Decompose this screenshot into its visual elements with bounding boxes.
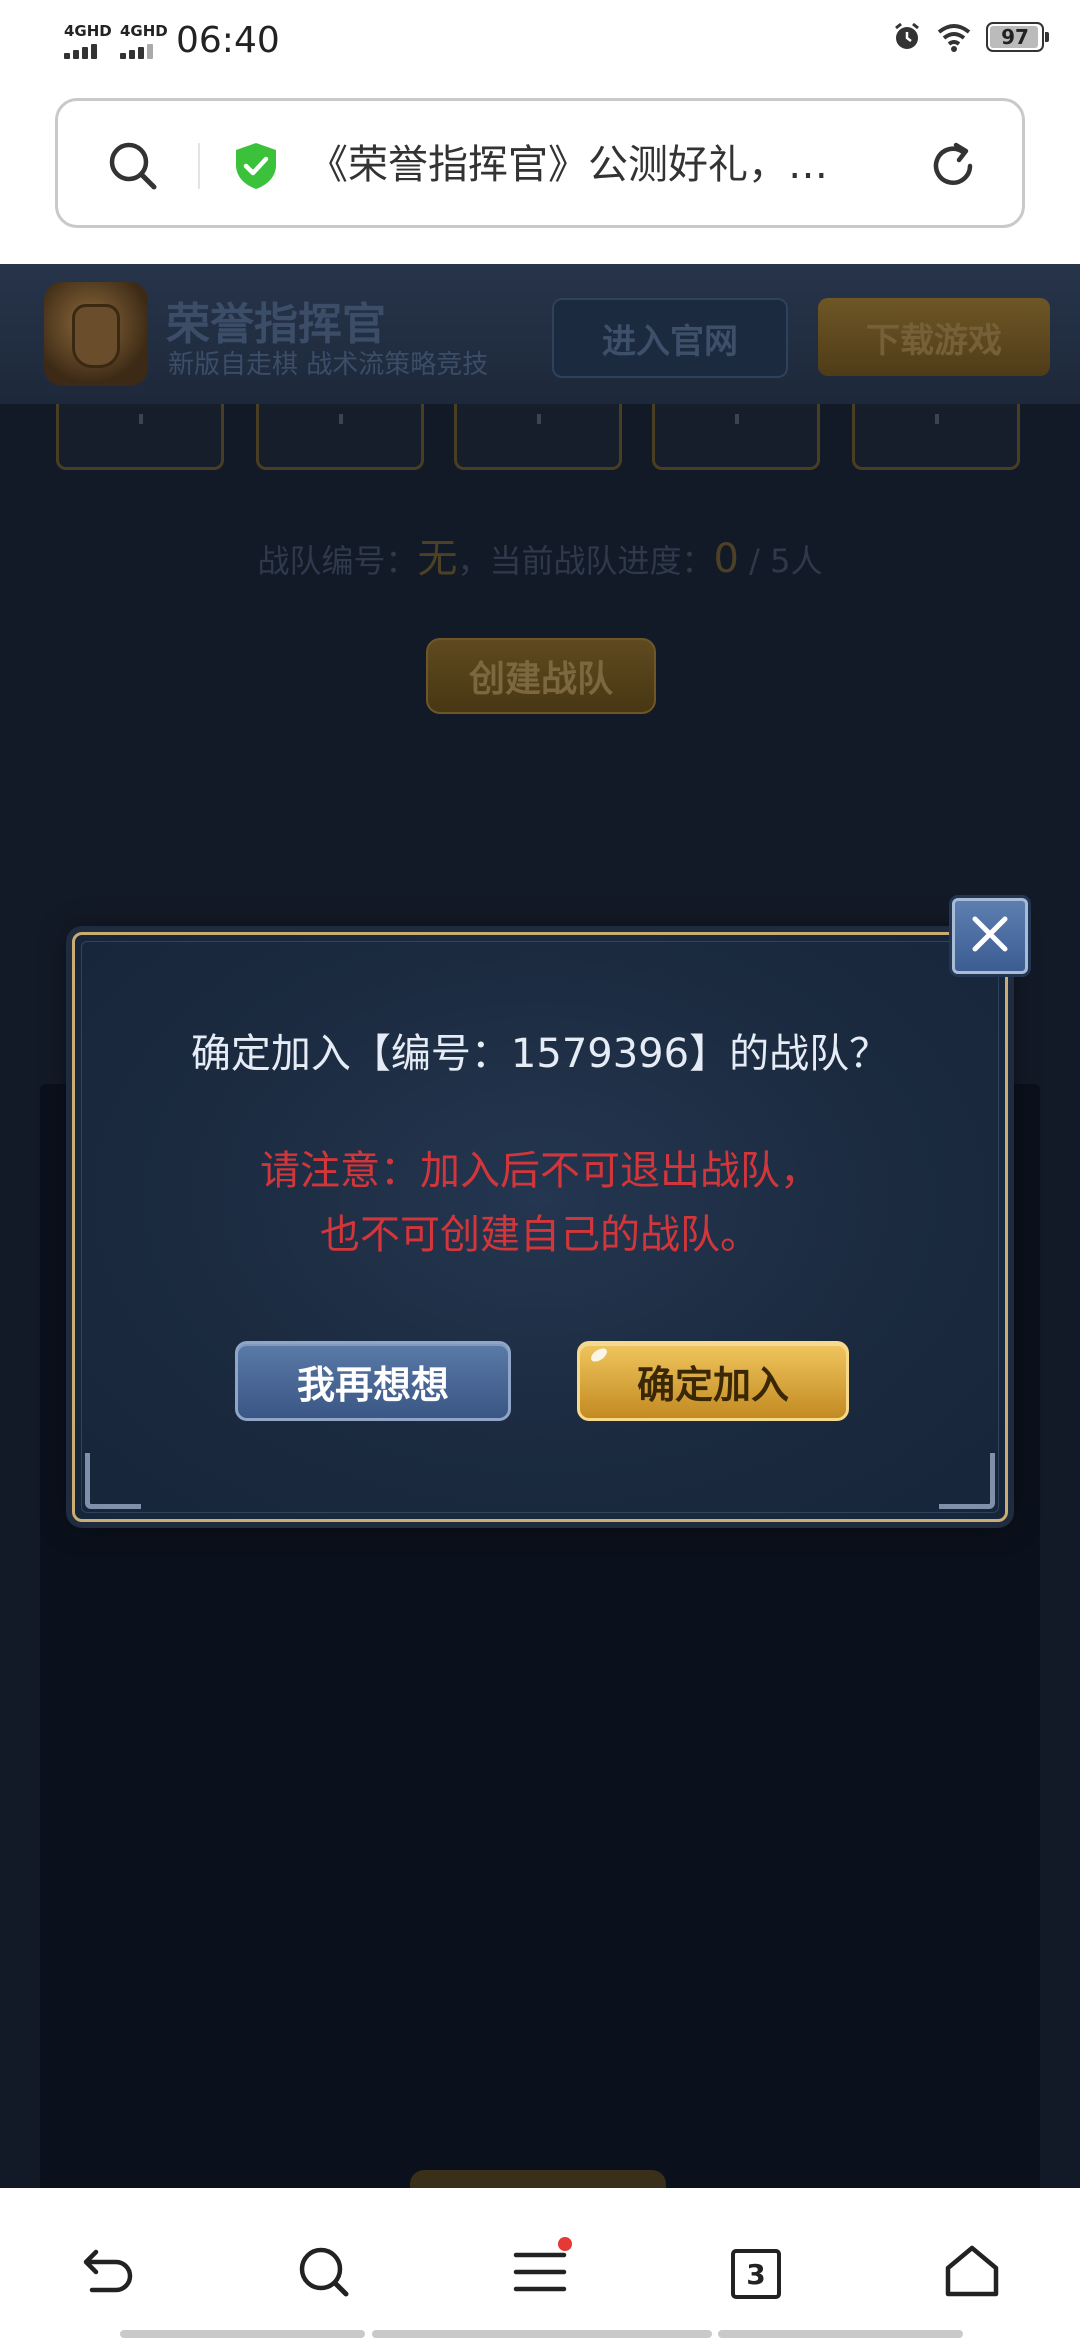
gesture-bar (120, 2330, 365, 2338)
official-site-button[interactable]: 进入官网 (552, 298, 788, 378)
battery-level: 97 (1001, 25, 1029, 49)
battery-icon: 97 (986, 22, 1049, 52)
status-time: 06:40 (176, 20, 280, 61)
address-bar[interactable]: 《荣誉指挥官》公测好礼，… (55, 98, 1025, 228)
search-icon[interactable] (106, 139, 160, 197)
home-icon (942, 2244, 1002, 2304)
gesture-bar (372, 2330, 712, 2338)
alarm-icon (892, 22, 922, 52)
dialog-question: 确定加入【编号：1579396】的战队？ (190, 1031, 890, 1077)
game-subtitle: 新版自走棋 战术流策略竞技 (168, 350, 489, 380)
create-team-button[interactable]: 创建战队 (426, 638, 656, 714)
page-title[interactable]: 《荣誉指挥官》公测好礼，… (308, 137, 948, 193)
status-icons: 97 (892, 22, 1049, 52)
screen: 4GHD 4GHD 06:40 97 《荣誉指挥官》公测好礼，… 荣誉指挥官 新… (0, 0, 1080, 2340)
corner-decoration (939, 1453, 995, 1509)
team-progress-total: / 5人 (738, 542, 823, 580)
team-slot (454, 404, 622, 470)
signal-label: 4GHD (120, 22, 168, 40)
browser-toolbar: 《荣誉指挥官》公测好礼，… (0, 84, 1080, 264)
team-slot (256, 404, 424, 470)
team-slot (56, 404, 224, 470)
team-progress-value: 0 (713, 536, 739, 582)
background-tab (410, 2170, 666, 2188)
corner-decoration (85, 1453, 141, 1509)
close-button[interactable] (952, 898, 1028, 974)
signal-icon: 4GHD (116, 22, 170, 62)
warning-line: 也不可创建自己的战队。 (320, 1212, 760, 1258)
reload-icon[interactable] (926, 139, 980, 197)
search-button[interactable] (292, 2242, 356, 2306)
close-icon (967, 911, 1013, 961)
menu-button[interactable] (508, 2237, 572, 2306)
confirm-dialog: 确定加入【编号：1579396】的战队？ 请注意：加入后不可退出战队， 也不可创… (72, 932, 1008, 1522)
menu-icon (512, 2237, 572, 2301)
team-slot (852, 404, 1020, 470)
team-info: 战队编号：无，当前战队进度：0 / 5人 (0, 526, 1080, 584)
team-number: 无 (417, 536, 458, 582)
status-bar: 4GHD 4GHD 06:40 97 (0, 0, 1080, 84)
bottom-navigation: 3 (0, 2188, 1080, 2340)
wifi-icon (936, 22, 972, 52)
download-game-button[interactable]: 下载游戏 (818, 298, 1050, 376)
warning-line: 请注意：加入后不可退出战队， (260, 1148, 820, 1194)
game-name: 荣誉指挥官 (166, 299, 386, 350)
cancel-button[interactable]: 我再想想 (235, 1341, 511, 1421)
search-icon (296, 2244, 352, 2304)
confirm-join-label: 确定加入 (636, 1362, 789, 1407)
divider (198, 143, 200, 189)
signal-icon: 4GHD (60, 22, 114, 62)
signal-label: 4GHD (64, 22, 112, 40)
dialog-warning: 请注意：加入后不可退出战队， 也不可创建自己的战队。 (75, 1139, 1005, 1267)
gesture-bar (718, 2330, 963, 2338)
team-slot (652, 404, 820, 470)
confirm-join-button[interactable]: 确定加入 (577, 1341, 849, 1421)
game-logo (44, 282, 148, 386)
notification-dot (558, 2237, 572, 2251)
game-header: 荣誉指挥官 新版自走棋 战术流策略竞技 进入官网 下载游戏 (0, 264, 1080, 404)
team-label: 战队编号： (257, 542, 418, 580)
shield-check-icon (233, 141, 279, 195)
home-button[interactable] (940, 2242, 1004, 2306)
tabs-button[interactable]: 3 (724, 2242, 788, 2306)
team-progress-label: ，当前战队进度： (457, 542, 714, 580)
back-icon (78, 2244, 138, 2304)
tabs-icon: 3 (731, 2249, 781, 2299)
back-button[interactable] (76, 2242, 140, 2306)
